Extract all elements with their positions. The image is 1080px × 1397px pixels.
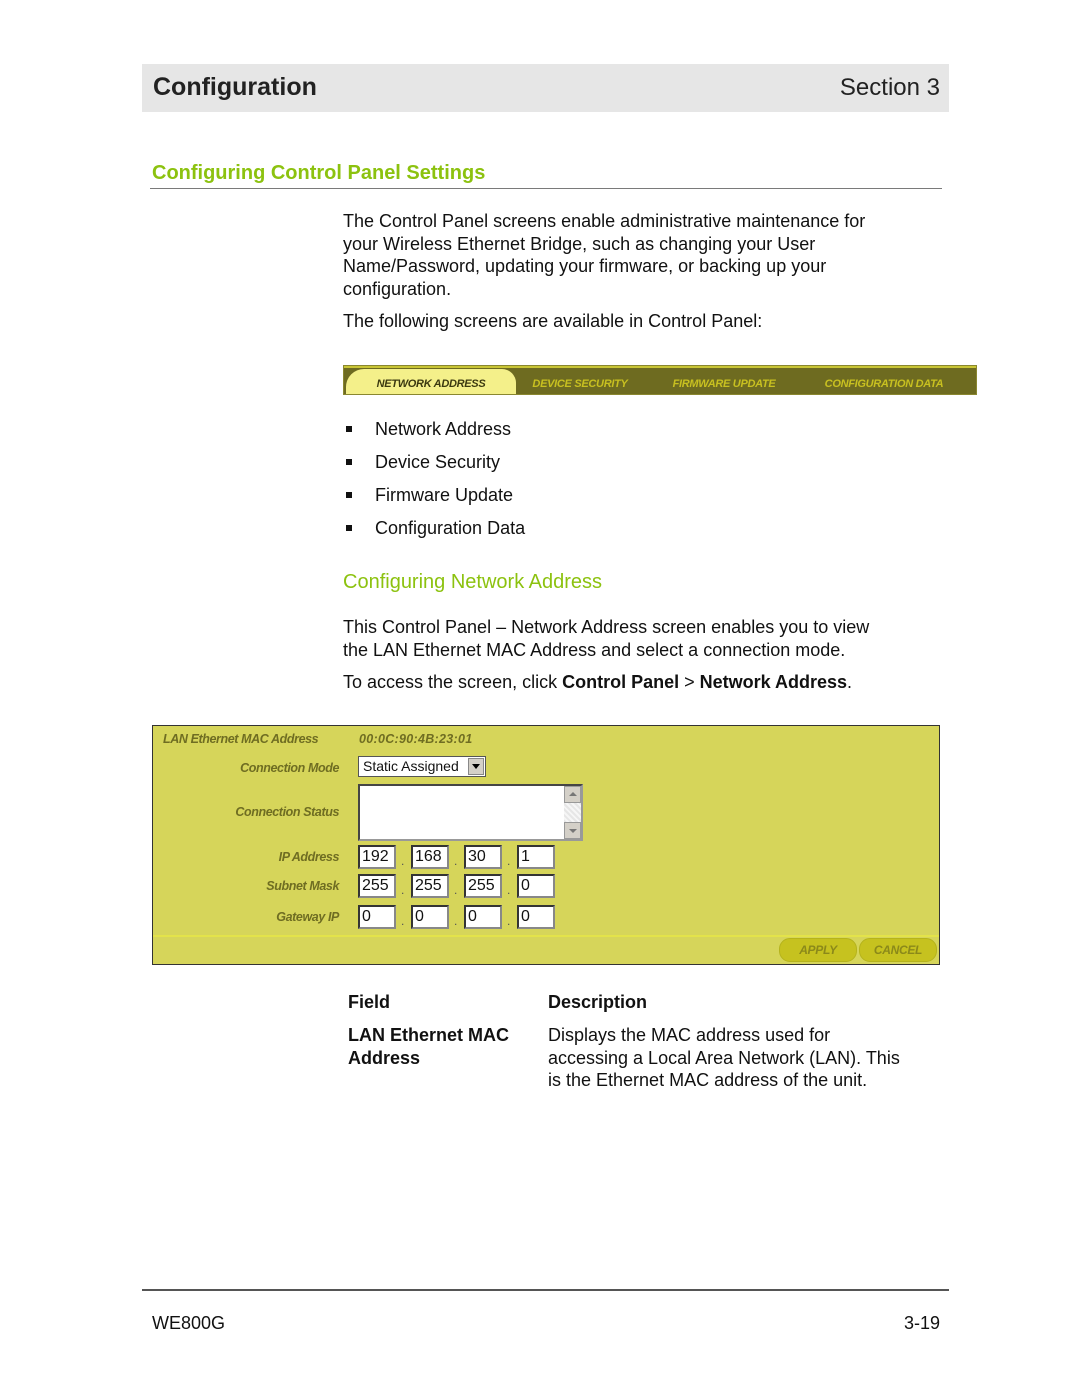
mac-address-value: 00:0C:90:4B:23:01 (359, 732, 473, 746)
menu-path-separator: > (679, 672, 700, 692)
field-line: LAN Ethernet MAC (348, 1025, 509, 1045)
subnet-octet-3[interactable]: 255 (464, 874, 502, 898)
control-panel-tabbar: NETWORK ADDRESS DEVICE SECURITY FIRMWARE… (343, 365, 977, 395)
access-instructions: To access the screen, click Control Pane… (343, 671, 943, 694)
scroll-up-icon[interactable] (564, 786, 581, 803)
bullet-icon (346, 459, 352, 465)
octet-separator: . (401, 883, 405, 897)
intro-line: The Control Panel screens enable adminis… (343, 211, 866, 231)
bullet-icon (346, 426, 352, 432)
tab-firmware-update[interactable]: FIRMWARE UPDATE (654, 369, 794, 394)
tab-configuration-data[interactable]: CONFIGURATION DATA (806, 369, 962, 394)
network-address-panel: LAN Ethernet MAC Address 00:0C:90:4B:23:… (152, 725, 940, 965)
scroll-down-icon[interactable] (564, 822, 581, 839)
bullet-icon (346, 525, 352, 531)
table-cell-description: Displays the MAC address used for access… (548, 1024, 900, 1092)
description-line: accessing a Local Area Network (LAN). Th… (548, 1047, 900, 1068)
description-line: Displays the MAC address used for (548, 1025, 831, 1045)
list-item-text: Device Security (375, 452, 501, 472)
chapter-title: Configuration (153, 73, 317, 101)
network-intro-line: the LAN Ethernet MAC Address and select … (343, 639, 846, 660)
network-intro-line: This Control Panel – Network Address scr… (343, 617, 870, 637)
gateway-octet-2[interactable]: 0 (411, 905, 449, 929)
access-suffix: . (847, 672, 853, 692)
menu-path-network-address: Network Address (699, 672, 847, 692)
subnet-octet-4[interactable]: 0 (517, 874, 555, 898)
table-header-field: Field (348, 992, 391, 1012)
intro-line: Name/Password, updating your firmware, o… (343, 256, 827, 276)
heading-divider (150, 188, 942, 189)
scrollbar[interactable] (564, 786, 581, 839)
menu-path-control-panel: Control Panel (562, 672, 680, 692)
gateway-octet-1[interactable]: 0 (358, 905, 396, 929)
footer-model: WE800G (152, 1313, 226, 1333)
table-header-description: Description (548, 992, 648, 1012)
ip-address-label: IP Address (278, 850, 340, 864)
subsection-heading: Configuring Network Address (343, 571, 603, 593)
cancel-button[interactable]: CANCEL (859, 938, 937, 962)
page-header: Configuration Section 3 (142, 64, 949, 112)
connection-status-label: Connection Status (235, 805, 339, 819)
octet-separator: . (401, 914, 405, 928)
section-heading: Configuring Control Panel Settings (152, 162, 486, 184)
list-item-text: Network Address (375, 419, 512, 439)
octet-separator: . (401, 854, 405, 868)
intro-line: your Wireless Ethernet Bridge, such as c… (343, 233, 816, 254)
ip-octet-2[interactable]: 168 (411, 845, 449, 869)
mac-address-label: LAN Ethernet MAC Address (163, 732, 319, 746)
page-number: 3-19 (903, 1313, 940, 1333)
bullet-icon (346, 492, 352, 498)
ip-octet-1[interactable]: 192 (358, 845, 396, 869)
octet-separator: . (454, 883, 458, 897)
octet-separator: . (454, 854, 458, 868)
apply-button[interactable]: APPLY (779, 938, 857, 962)
gateway-octet-3[interactable]: 0 (464, 905, 502, 929)
connection-status-textarea[interactable] (358, 784, 583, 841)
access-prefix: To access the screen, click (343, 672, 563, 692)
tabbar-highlight (344, 366, 976, 368)
chevron-down-icon[interactable] (468, 758, 484, 775)
available-screens-text: The following screens are available in C… (343, 311, 763, 331)
intro-line: configuration. (343, 278, 452, 299)
section-label: Section 3 (839, 74, 940, 101)
gateway-ip-label: Gateway IP (276, 910, 339, 924)
tab-device-security[interactable]: DEVICE SECURITY (516, 369, 644, 394)
footer-divider (142, 1289, 949, 1291)
ip-octet-4[interactable]: 1 (517, 845, 555, 869)
intro-paragraph: The Control Panel screens enable adminis… (343, 210, 943, 300)
panel-divider (153, 935, 939, 937)
description-line: is the Ethernet MAC address of the unit. (548, 1070, 868, 1090)
octet-separator: . (507, 914, 511, 928)
subnet-mask-label: Subnet Mask (266, 879, 339, 893)
octet-separator: . (454, 914, 458, 928)
octet-separator: . (507, 883, 511, 897)
table-cell-field: LAN Ethernet MAC Address (348, 1024, 509, 1069)
octet-separator: . (507, 854, 511, 868)
subnet-octet-1[interactable]: 255 (358, 874, 396, 898)
network-intro-paragraph: This Control Panel – Network Address scr… (343, 616, 943, 661)
ip-octet-3[interactable]: 30 (464, 845, 502, 869)
gateway-octet-4[interactable]: 0 (517, 905, 555, 929)
connection-mode-select[interactable]: Static Assigned (358, 756, 486, 777)
list-item-text: Firmware Update (375, 485, 514, 505)
subnet-octet-2[interactable]: 255 (411, 874, 449, 898)
list-item-text: Configuration Data (375, 518, 526, 538)
field-line: Address (348, 1047, 421, 1068)
tab-network-address[interactable]: NETWORK ADDRESS (346, 369, 516, 394)
connection-mode-value: Static Assigned (363, 758, 459, 774)
connection-mode-label: Connection Mode (240, 761, 339, 775)
